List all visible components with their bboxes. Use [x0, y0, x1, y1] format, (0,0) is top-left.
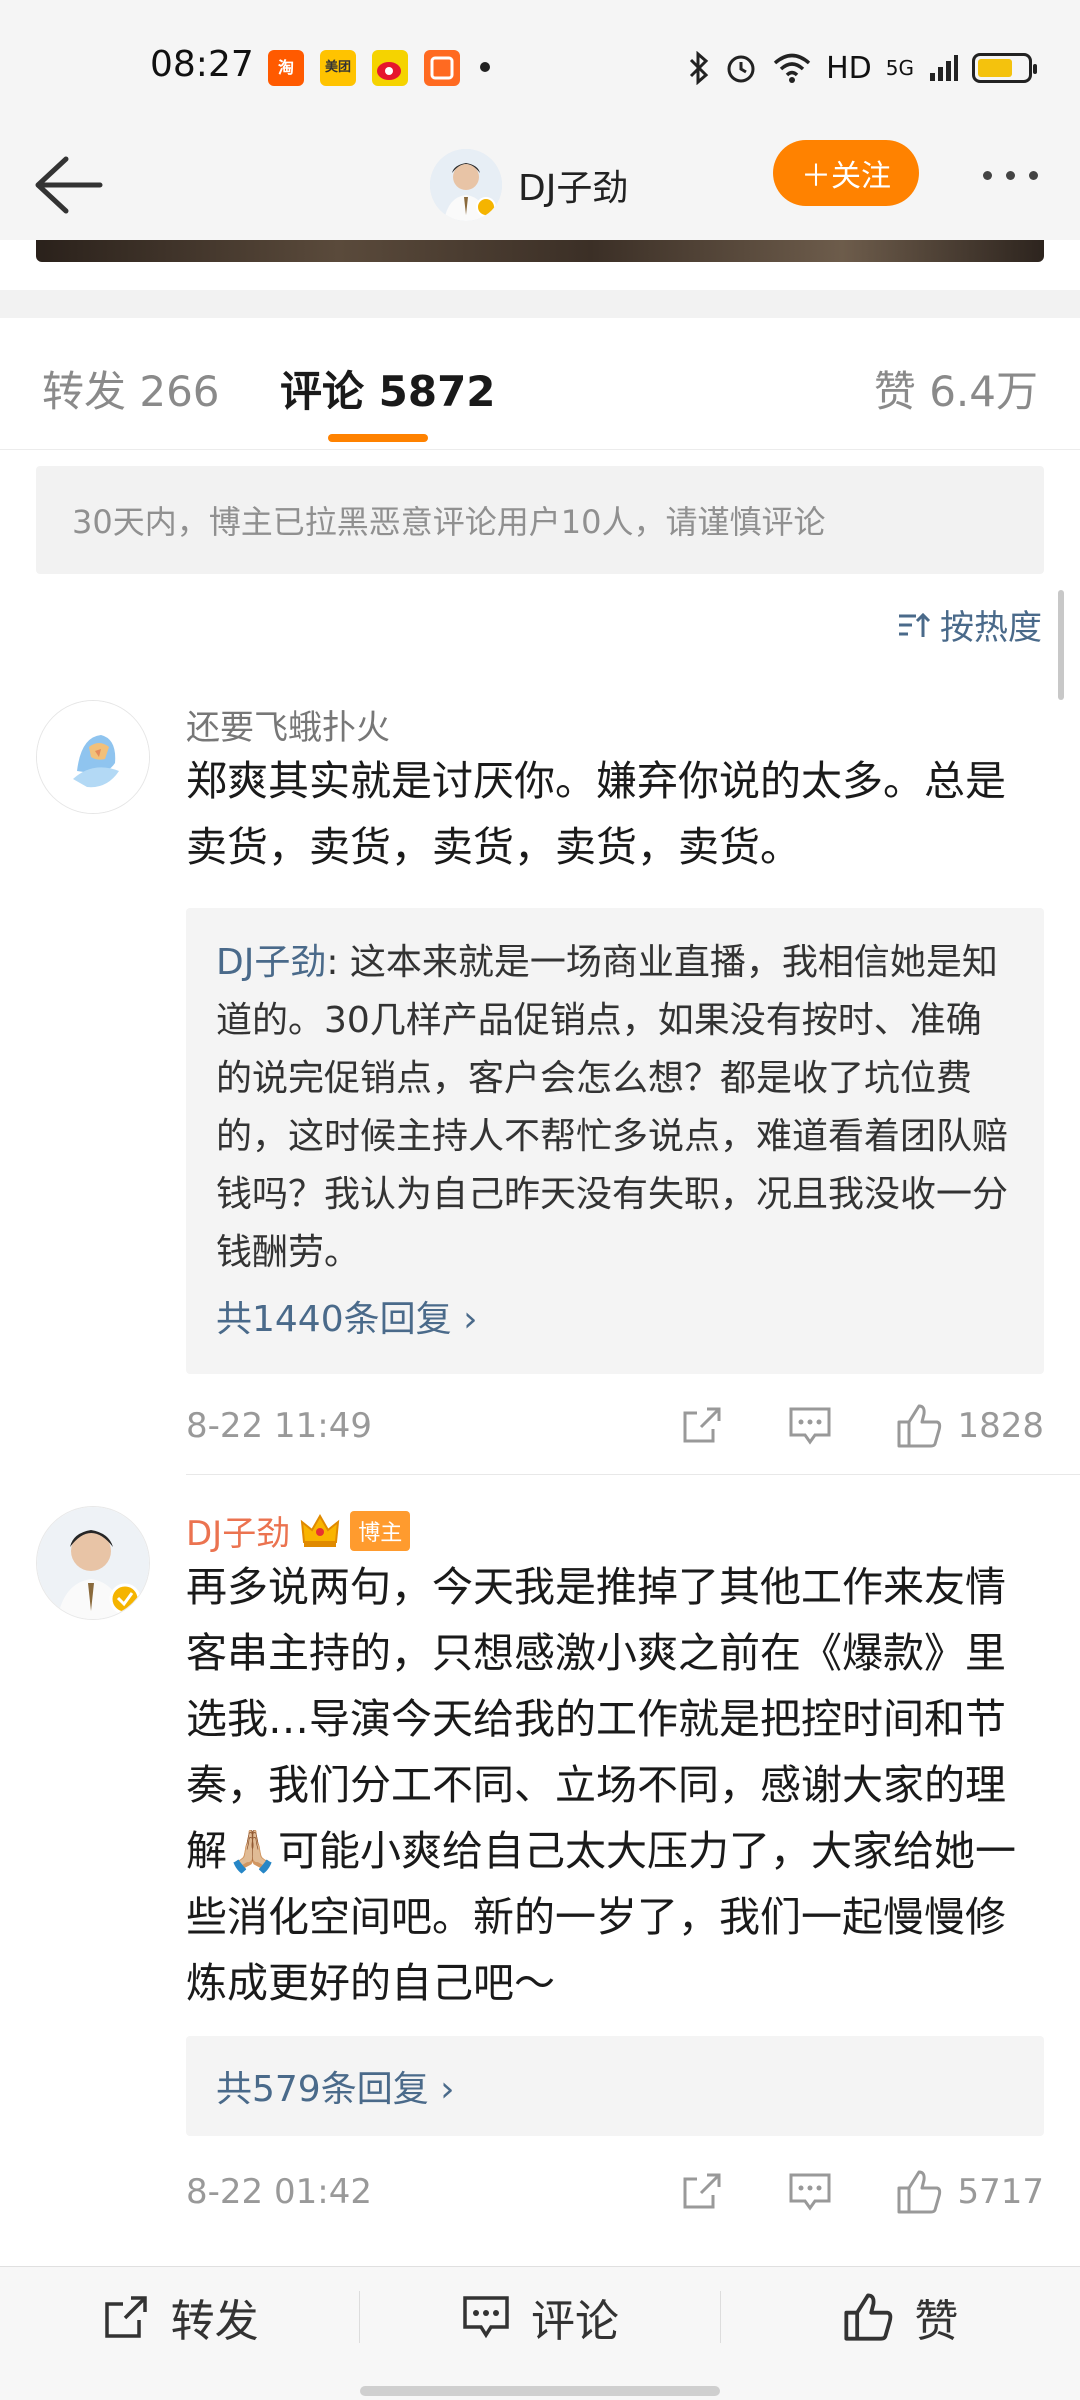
repost-label: 转发: [170, 2296, 259, 2347]
repost-button[interactable]: 转发: [0, 2267, 359, 2367]
like-label: 赞: [914, 2296, 959, 2347]
taobao-notification-icon: 淘: [268, 50, 304, 86]
tab-repost[interactable]: 转发 266: [42, 358, 220, 419]
comment-meta: 8-22 11:49 1828: [186, 1396, 1044, 1456]
sort-button[interactable]: 按热度: [896, 600, 1042, 649]
comment-divider: [186, 1474, 1080, 1475]
reply-preview[interactable]: 共579条回复 ›: [186, 2036, 1044, 2136]
active-tab-indicator: [328, 434, 428, 442]
home-indicator[interactable]: [360, 2386, 720, 2396]
post-image-bottom-edge: [36, 240, 1044, 262]
alarm-icon: [727, 55, 755, 83]
bluetooth-icon: [690, 51, 709, 85]
comment-text: 郑爽其实就是讨厌你。嫌弃你说的太多。总是卖货，卖货，卖货，卖货，卖货。: [186, 757, 1006, 871]
repost-comment-button[interactable]: [679, 2169, 725, 2215]
battery-icon: [972, 53, 1037, 83]
share-icon: [104, 2296, 147, 2338]
follow-button[interactable]: ＋关注: [773, 140, 919, 206]
thumbs-up-icon: [897, 1404, 942, 1448]
nav-user[interactable]: DJ子劲: [430, 135, 628, 235]
share-icon: [683, 1407, 721, 1443]
dot-icon: [1028, 170, 1038, 180]
reply-count: 共1440条回复: [216, 1299, 452, 1340]
comment-username[interactable]: 还要飞蛾扑火: [186, 700, 390, 749]
bottom-action-bar: 转发 评论 赞: [0, 2266, 1080, 2400]
like-comment-button[interactable]: 1828: [895, 1402, 1044, 1450]
app-notification-icon: [424, 50, 460, 86]
comment-time: 8-22 11:49: [186, 1406, 372, 1446]
hd-indicator: HD: [826, 50, 872, 86]
sort-label: 按热度: [940, 608, 1042, 648]
comment-button[interactable]: 评论: [360, 2267, 719, 2367]
thumbs-up-icon: [844, 2293, 893, 2341]
more-notifications-dot-icon: [480, 62, 490, 72]
like-comment-button[interactable]: 5717: [895, 2168, 1044, 2216]
status-bar: 08:27 淘 美团 HD 5G: [0, 0, 1080, 135]
back-button[interactable]: [28, 145, 108, 225]
chevron-right-icon: ›: [440, 2069, 455, 2110]
share-icon: [683, 2173, 721, 2209]
reply-text: DJ子劲: 这本来就是一场商业直播，我相信她是知道的。30几样产品促销点，如果没…: [216, 934, 1014, 1282]
back-arrow-icon: [35, 156, 103, 214]
view-replies-link[interactable]: 共579条回复 ›: [216, 2060, 1014, 2112]
crown-icon: [300, 1513, 340, 1547]
repost-comment-button[interactable]: [679, 1403, 725, 1449]
wifi-icon: [773, 53, 811, 83]
thumbs-up-icon: [897, 2170, 942, 2214]
status-indicators: HD 5G: [688, 48, 1037, 88]
comment-label: 评论: [530, 2296, 619, 2347]
comment-text: 再多说两句，今天我是推掉了其他工作来友情客串主持的，只想感激小爽之前在《爆款》里…: [186, 1563, 1017, 2007]
weibo-notification-icon: [372, 50, 408, 86]
comment-icon: [463, 2296, 509, 2339]
comment-icon: [789, 1407, 831, 1445]
user-avatar[interactable]: [36, 700, 150, 814]
scrollbar[interactable]: [1058, 590, 1064, 700]
reply-content: : 这本来就是一场商业直播，我相信她是知道的。30几样产品促销点，如果没有按时、…: [216, 942, 1009, 1273]
signal-type: 5G: [885, 56, 914, 80]
more-options-button[interactable]: [970, 155, 1050, 195]
reply-count: 共579条回复: [216, 2069, 429, 2110]
meituan-notification-icon: 美团: [320, 50, 356, 86]
reply-comment-button[interactable]: [787, 1403, 833, 1449]
comment-username[interactable]: DJ子劲 博主: [186, 1506, 411, 1555]
user-avatar[interactable]: [36, 1506, 150, 1620]
username-text: 还要飞蛾扑火: [186, 708, 390, 748]
reply-author[interactable]: DJ子劲: [216, 942, 326, 983]
sort-icon: [899, 612, 931, 637]
signal-icon: [930, 55, 958, 81]
top-nav-bar: DJ子劲 ＋关注: [0, 135, 1080, 240]
status-time: 08:27: [150, 44, 254, 85]
dot-icon: [1005, 170, 1015, 180]
post-tabs: 转发 266 评论 5872 赞 6.4万: [0, 318, 1080, 450]
view-replies-link[interactable]: 共1440条回复 ›: [216, 1290, 1014, 1342]
comment-meta: 8-22 01:42 5717: [186, 2162, 1044, 2222]
dot-icon: [982, 170, 992, 180]
nav-username: DJ子劲: [518, 168, 629, 209]
comment-icon: [789, 2173, 831, 2211]
tab-like[interactable]: 赞 6.4万: [874, 358, 1038, 419]
like-button[interactable]: 赞: [721, 2267, 1080, 2367]
like-count: 1828: [957, 1406, 1044, 1446]
comment-notice: 30天内，博主已拉黑恶意评论用户10人，请谨慎评论: [36, 466, 1044, 574]
owner-badge: 博主: [350, 1510, 411, 1551]
section-divider: [0, 290, 1080, 318]
chevron-right-icon: ›: [463, 1299, 478, 1340]
reply-comment-button[interactable]: [787, 2169, 833, 2215]
username-text: DJ子劲: [186, 1514, 291, 1554]
reply-preview[interactable]: DJ子劲: 这本来就是一场商业直播，我相信她是知道的。30几样产品促销点，如果没…: [186, 908, 1044, 1374]
like-count: 5717: [957, 2172, 1044, 2212]
nav-avatar[interactable]: [430, 149, 502, 221]
comment-time: 8-22 01:42: [186, 2172, 372, 2212]
